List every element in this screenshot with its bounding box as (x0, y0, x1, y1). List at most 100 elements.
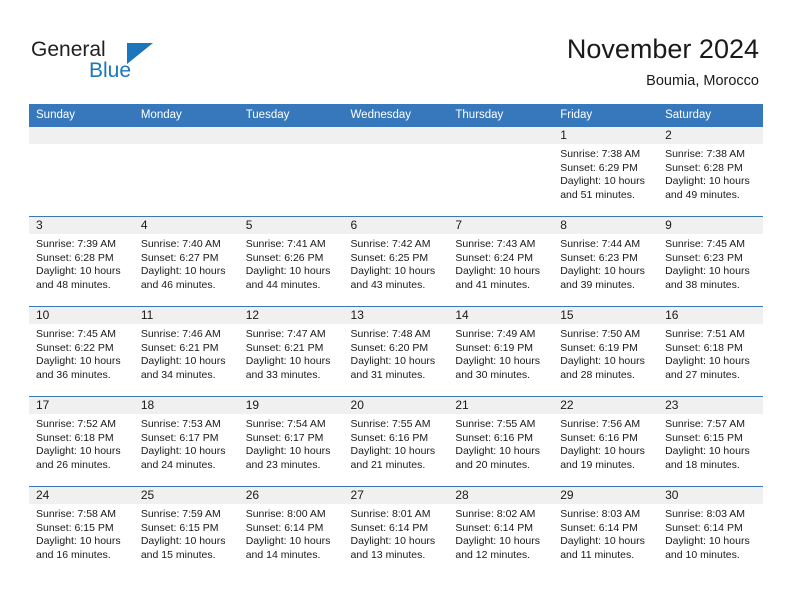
day-number: 24 (29, 487, 134, 505)
calendar-cell-day[interactable]: 29 Sunrise: 8:03 AM Sunset: 6:14 PM Dayligh… (553, 486, 659, 576)
sunset-text: Sunset: 6:14 PM (350, 521, 429, 534)
day-number: 9 (658, 217, 763, 235)
day-number (448, 127, 554, 145)
daylight-text: Daylight: 10 hours and 43 minutes. (350, 265, 436, 291)
calendar-cell-day[interactable]: 27 Sunrise: 8:01 AM Sunset: 6:14 PM Dayligh… (343, 486, 449, 576)
calendar-cell-empty (238, 126, 344, 217)
calendar-cell-day[interactable]: 5 Sunrise: 7:41 AM Sunset: 6:26 PM Daylight… (238, 216, 344, 307)
sunrise-text: Sunrise: 7:56 AM (560, 418, 641, 430)
daylight-text: Daylight: 10 hours and 39 minutes. (560, 265, 645, 291)
daylight-text: Daylight: 10 hours and 13 minutes. (350, 535, 436, 561)
sunset-text: Sunset: 6:24 PM (455, 251, 534, 264)
day-number: 3 (29, 217, 134, 235)
calendar-cell-day[interactable]: 16 Sunrise: 7:51 AM Sunset: 6:18 PM Dayligh… (658, 306, 763, 397)
day-details: Sunrise: 7:59 AM Sunset: 6:15 PM Daylight:… (134, 505, 239, 562)
day-number: 1 (553, 127, 659, 145)
day-number (29, 127, 134, 145)
calendar-cell-day[interactable]: 10 Sunrise: 7:45 AM Sunset: 6:22 PM Dayligh… (29, 306, 134, 397)
general-blue-logo[interactable]: General Blue (31, 38, 161, 86)
day-details: Sunrise: 7:43 AM Sunset: 6:24 PM Daylight:… (448, 235, 553, 292)
calendar-cell-day[interactable]: 21 Sunrise: 7:55 AM Sunset: 6:16 PM Dayligh… (448, 396, 554, 487)
day-number: 23 (658, 397, 763, 415)
day-number: 12 (238, 307, 344, 325)
calendar-cell-day[interactable]: 15 Sunrise: 7:50 AM Sunset: 6:19 PM Dayligh… (553, 306, 659, 397)
day-number: 27 (343, 487, 449, 505)
calendar-cell-day[interactable]: 3 Sunrise: 7:39 AM Sunset: 6:28 PM Daylight… (29, 216, 134, 307)
weekday-header-sunday: Sunday (29, 104, 134, 127)
weekday-header-thursday: Thursday (448, 104, 554, 127)
calendar-cell-day[interactable]: 30 Sunrise: 8:03 AM Sunset: 6:14 PM Dayligh… (658, 486, 763, 576)
day-details: Sunrise: 7:48 AM Sunset: 6:20 PM Daylight:… (344, 325, 449, 382)
day-number: 19 (238, 397, 344, 415)
daylight-text: Daylight: 10 hours and 31 minutes. (350, 355, 436, 381)
sunset-text: Sunset: 6:19 PM (560, 341, 638, 354)
day-number: 13 (343, 307, 449, 325)
calendar-cell-day[interactable]: 1 Sunrise: 7:38 AM Sunset: 6:29 PM Daylight… (553, 126, 659, 217)
day-number: 29 (553, 487, 659, 505)
daylight-text: Daylight: 10 hours and 34 minutes. (140, 355, 226, 381)
calendar-cell-day[interactable]: 14 Sunrise: 7:49 AM Sunset: 6:19 PM Dayligh… (448, 306, 554, 397)
calendar-cell-day[interactable]: 17 Sunrise: 7:52 AM Sunset: 6:18 PM Dayligh… (29, 396, 134, 487)
calendar-cell-day[interactable]: 25 Sunrise: 7:59 AM Sunset: 6:15 PM Dayligh… (133, 486, 239, 576)
sunrise-text: Sunrise: 7:59 AM (140, 508, 221, 520)
day-details: Sunrise: 7:41 AM Sunset: 6:26 PM Daylight:… (239, 235, 344, 292)
day-number: 30 (658, 487, 763, 505)
calendar-cell-day[interactable]: 4 Sunrise: 7:40 AM Sunset: 6:27 PM Daylight… (133, 216, 239, 307)
calendar-cell-day[interactable]: 22 Sunrise: 7:56 AM Sunset: 6:16 PM Dayligh… (553, 396, 659, 487)
calendar-week-row: 10 Sunrise: 7:45 AM Sunset: 6:22 PM Dayligh… (29, 306, 763, 397)
day-details: Sunrise: 8:01 AM Sunset: 6:14 PM Daylight:… (344, 505, 449, 562)
sunrise-text: Sunrise: 7:46 AM (140, 328, 221, 340)
calendar-week-row: 24 Sunrise: 7:58 AM Sunset: 6:15 PM Dayligh… (29, 486, 763, 576)
logo-text-blue: Blue (89, 59, 132, 82)
sunrise-text: Sunrise: 8:00 AM (245, 508, 326, 520)
sunrise-text: Sunrise: 8:03 AM (560, 508, 641, 520)
day-number: 28 (448, 487, 554, 505)
daylight-text: Daylight: 10 hours and 12 minutes. (455, 535, 541, 561)
calendar-cell-day[interactable]: 20 Sunrise: 7:55 AM Sunset: 6:16 PM Dayligh… (343, 396, 449, 487)
calendar-cell-day[interactable]: 12 Sunrise: 7:47 AM Sunset: 6:21 PM Dayligh… (238, 306, 344, 397)
calendar-cell-day[interactable]: 13 Sunrise: 7:48 AM Sunset: 6:20 PM Dayligh… (343, 306, 449, 397)
calendar-cell-day[interactable]: 6 Sunrise: 7:42 AM Sunset: 6:25 PM Daylight… (343, 216, 449, 307)
weekday-header-row: Sunday Monday Tuesday Wednesday Thursday… (29, 104, 763, 127)
day-details: Sunrise: 7:45 AM Sunset: 6:22 PM Daylight:… (29, 325, 134, 382)
day-number: 17 (29, 397, 134, 415)
sunset-text: Sunset: 6:16 PM (455, 431, 534, 444)
calendar-cell-day[interactable]: 7 Sunrise: 7:43 AM Sunset: 6:24 PM Daylight… (448, 216, 554, 307)
sunset-text: Sunset: 6:23 PM (665, 251, 743, 264)
daylight-text: Daylight: 10 hours and 49 minutes. (665, 175, 750, 201)
calendar-cell-day[interactable]: 9 Sunrise: 7:45 AM Sunset: 6:23 PM Daylight… (658, 216, 763, 307)
sunrise-text: Sunrise: 8:02 AM (455, 508, 536, 520)
sunrise-text: Sunrise: 7:54 AM (245, 418, 326, 430)
sunrise-text: Sunrise: 8:01 AM (350, 508, 431, 520)
calendar-cell-day[interactable]: 8 Sunrise: 7:44 AM Sunset: 6:23 PM Daylight… (553, 216, 659, 307)
day-number: 7 (448, 217, 554, 235)
day-details: Sunrise: 7:45 AM Sunset: 6:23 PM Daylight:… (658, 235, 763, 292)
calendar-cell-day[interactable]: 23 Sunrise: 7:57 AM Sunset: 6:15 PM Dayligh… (658, 396, 763, 487)
sunset-text: Sunset: 6:15 PM (36, 521, 114, 534)
calendar-cell-day[interactable]: 28 Sunrise: 8:02 AM Sunset: 6:14 PM Dayligh… (448, 486, 554, 576)
daylight-text: Daylight: 10 hours and 11 minutes. (560, 535, 645, 561)
calendar-cell-day[interactable]: 19 Sunrise: 7:54 AM Sunset: 6:17 PM Dayligh… (238, 396, 344, 487)
day-number: 18 (133, 397, 239, 415)
calendar-cell-day[interactable]: 11 Sunrise: 7:46 AM Sunset: 6:21 PM Dayligh… (133, 306, 239, 397)
calendar-cell-day[interactable]: 26 Sunrise: 8:00 AM Sunset: 6:14 PM Dayligh… (238, 486, 344, 576)
weekday-header-monday: Monday (133, 104, 239, 127)
day-details: Sunrise: 7:52 AM Sunset: 6:18 PM Daylight:… (29, 415, 134, 472)
sunset-text: Sunset: 6:29 PM (560, 161, 638, 174)
daylight-text: Daylight: 10 hours and 21 minutes. (350, 445, 436, 471)
daylight-text: Daylight: 10 hours and 20 minutes. (455, 445, 541, 471)
day-details: Sunrise: 7:50 AM Sunset: 6:19 PM Daylight:… (553, 325, 658, 382)
day-number: 6 (343, 217, 449, 235)
calendar-cell-day[interactable]: 18 Sunrise: 7:53 AM Sunset: 6:17 PM Dayligh… (133, 396, 239, 487)
day-number: 8 (553, 217, 659, 235)
weekday-header-tuesday: Tuesday (238, 104, 344, 127)
day-details: Sunrise: 7:42 AM Sunset: 6:25 PM Daylight:… (344, 235, 449, 292)
sunrise-text: Sunrise: 7:58 AM (36, 508, 116, 520)
day-details: Sunrise: 7:57 AM Sunset: 6:15 PM Daylight:… (658, 415, 763, 472)
daylight-text: Daylight: 10 hours and 24 minutes. (140, 445, 226, 471)
sunset-text: Sunset: 6:14 PM (455, 521, 534, 534)
daylight-text: Daylight: 10 hours and 44 minutes. (245, 265, 331, 291)
calendar-cell-day[interactable]: 24 Sunrise: 7:58 AM Sunset: 6:15 PM Dayligh… (29, 486, 134, 576)
calendar-cell-day[interactable]: 2 Sunrise: 7:38 AM Sunset: 6:28 PM Daylight… (658, 126, 763, 217)
sunset-text: Sunset: 6:17 PM (245, 431, 324, 444)
